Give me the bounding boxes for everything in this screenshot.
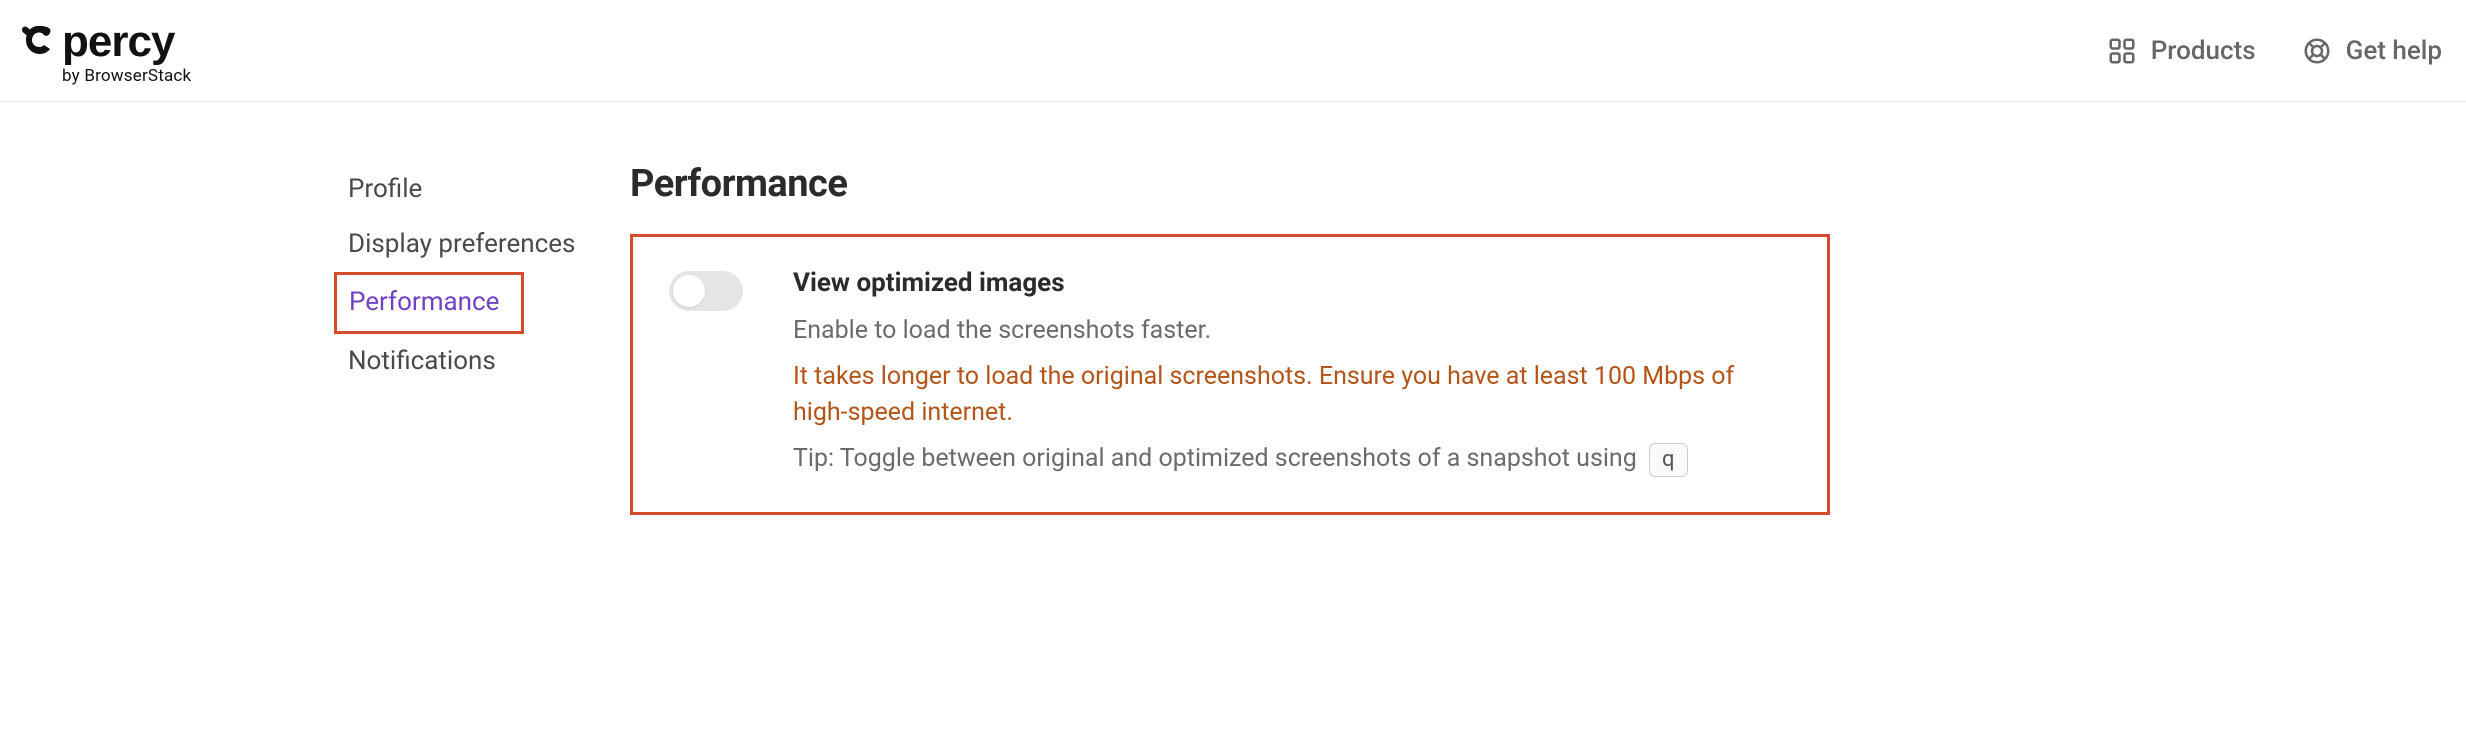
logo-row: percy <box>22 16 212 66</box>
setting-warning: It takes longer to load the original scr… <box>793 359 1791 432</box>
page-title: Performance <box>630 162 2406 206</box>
performance-setting-card: View optimized images Enable to load the… <box>630 234 1830 515</box>
sidebar-item-label: Profile <box>348 174 422 204</box>
header-actions: Products Get help <box>2107 36 2442 66</box>
setting-tip-row: Tip: Toggle between original and optimiz… <box>793 441 1791 477</box>
sidebar-item-label: Display preferences <box>348 229 575 259</box>
products-link[interactable]: Products <box>2107 36 2256 66</box>
lifebuoy-icon <box>2302 36 2332 66</box>
sidebar-item-performance[interactable]: Performance <box>334 272 524 333</box>
sidebar-item-display-preferences[interactable]: Display preferences <box>340 217 630 272</box>
percy-logo-icon: percy <box>22 16 212 66</box>
app-header: percy by BrowserStack Products G <box>0 0 2466 102</box>
sidebar-item-profile[interactable]: Profile <box>340 162 630 217</box>
view-optimized-images-toggle[interactable] <box>669 271 743 311</box>
settings-sidebar: Profile Display preferences Performance … <box>0 162 630 515</box>
main-content: Profile Display preferences Performance … <box>0 102 2466 515</box>
get-help-label: Get help <box>2346 36 2442 66</box>
sidebar-item-notifications[interactable]: Notifications <box>340 334 630 389</box>
setting-title: View optimized images <box>793 265 1791 303</box>
products-label: Products <box>2151 36 2256 66</box>
grid-icon <box>2107 36 2137 66</box>
setting-tip-text: Tip: Toggle between original and optimiz… <box>793 444 1637 473</box>
logo-block[interactable]: percy by BrowserStack <box>22 16 212 86</box>
get-help-link[interactable]: Get help <box>2302 36 2442 66</box>
sidebar-item-label: Performance <box>349 287 499 317</box>
settings-content: Performance View optimized images Enable… <box>630 162 2466 515</box>
toggle-knob <box>673 275 705 307</box>
logo-subtitle: by BrowserStack <box>22 66 191 86</box>
setting-description: Enable to load the screenshots faster. <box>793 313 1791 349</box>
keyboard-shortcut-key: q <box>1649 443 1688 478</box>
svg-text:percy: percy <box>62 17 176 66</box>
sidebar-item-label: Notifications <box>348 346 496 376</box>
setting-text-block: View optimized images Enable to load the… <box>793 265 1791 478</box>
